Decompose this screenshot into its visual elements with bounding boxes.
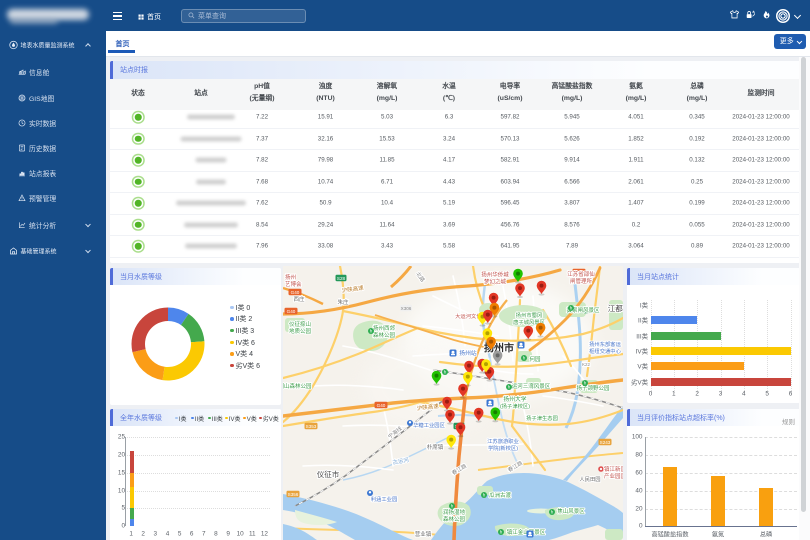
svg-text:扬子津生态园: 扬子津生态园 [526, 414, 558, 422]
svg-text:何园: 何园 [529, 355, 541, 363]
svg-text:华糖工业园区: 华糖工业园区 [413, 421, 445, 429]
svg-text:江苏旅游职业: 江苏旅游职业 [487, 437, 519, 445]
svg-text:西庄: 西庄 [293, 295, 305, 303]
svg-text:扬州: 扬州 [285, 273, 296, 281]
svg-text:扬州站: 扬州站 [459, 349, 477, 357]
svg-text:扬州华侨城: 扬州华侨城 [481, 271, 509, 279]
svg-text:仪征捺山: 仪征捺山 [289, 320, 311, 328]
svg-text:S356: S356 [288, 492, 299, 497]
svg-text:扬子颈野公园: 扬子颈野公园 [576, 384, 610, 392]
svg-text:润扬湿地: 润扬湿地 [443, 508, 466, 516]
svg-text:闸管理所: 闸管理所 [570, 277, 593, 285]
svg-text:江都区: 江都区 [608, 304, 623, 313]
svg-text:仪征市: 仪征市 [317, 469, 340, 479]
svg-text:S243: S243 [600, 440, 611, 445]
svg-text:朱庄: 朱庄 [337, 298, 349, 306]
svg-text:S353: S353 [306, 424, 317, 429]
svg-text:焦山风景区: 焦山风景区 [557, 507, 585, 515]
svg-text:森林公园: 森林公园 [373, 331, 396, 339]
svg-text:梦幻之城: 梦幻之城 [484, 278, 507, 286]
svg-text:枢纽交通中心: 枢纽交通中心 [589, 347, 621, 355]
svg-text:G40: G40 [377, 403, 386, 408]
svg-text:扬州大学: 扬州大学 [503, 395, 526, 403]
svg-text:营业镇: 营业镇 [415, 530, 432, 538]
svg-text:G40: G40 [287, 309, 296, 314]
svg-text:地质公园: 地质公园 [289, 327, 312, 335]
svg-text:(扬子津校区): (扬子津校区) [500, 402, 530, 410]
svg-text:铜山森林公园: 铜山森林公园 [283, 382, 312, 390]
svg-text:森林公园: 森林公园 [443, 515, 466, 523]
svg-text:扬州市蜀冈: 扬州市蜀冈 [516, 311, 543, 319]
svg-text:扬州东部客运: 扬州东部客运 [589, 340, 621, 348]
svg-text:K22: K22 [582, 362, 591, 367]
svg-text:S28: S28 [337, 276, 346, 281]
svg-text:利涵工业园: 利涵工业园 [371, 495, 398, 503]
svg-text:镇江新区: 镇江新区 [604, 465, 623, 473]
svg-text:镇江金山风景区: 镇江金山风景区 [507, 528, 546, 536]
svg-text:朴席镇: 朴席镇 [427, 443, 444, 451]
svg-text:X306: X306 [401, 306, 412, 311]
svg-text:产业园区: 产业园区 [604, 472, 623, 480]
svg-text:扬州西郊: 扬州西郊 [373, 324, 396, 332]
svg-text:艺博会: 艺博会 [285, 280, 302, 288]
svg-text:G40: G40 [291, 290, 300, 295]
svg-text:人民田园: 人民田园 [579, 476, 600, 483]
svg-text:运河三湾风景区: 运河三湾风景区 [512, 382, 551, 390]
svg-text:瓜洲古渡: 瓜洲古渡 [489, 491, 512, 499]
svg-text:江苏省邵仙: 江苏省邵仙 [567, 270, 595, 278]
svg-text:学院(新校区): 学院(新校区) [488, 444, 518, 452]
